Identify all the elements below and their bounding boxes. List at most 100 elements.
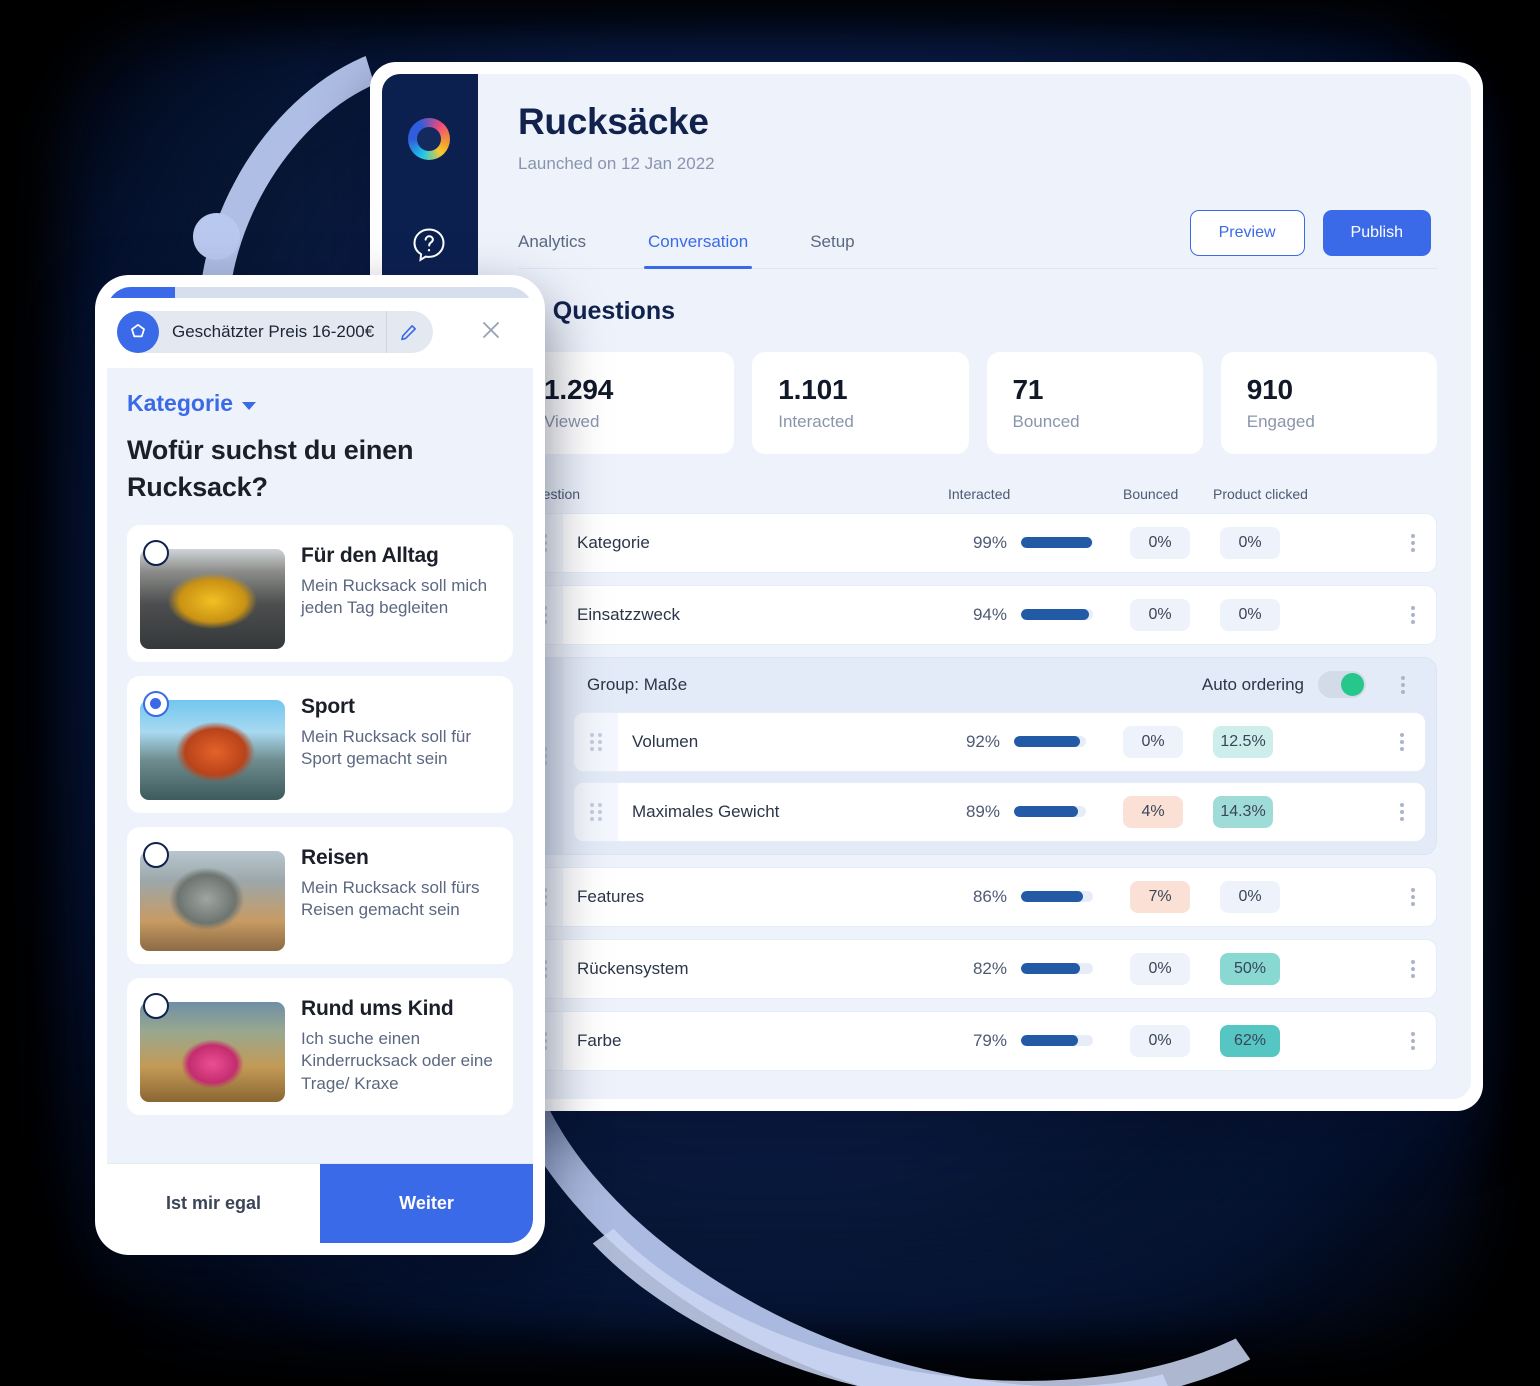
more-vertical-icon xyxy=(1411,959,1415,978)
dashboard-main: Rucksäcke Launched on 12 Jan 2022 Analyt… xyxy=(478,74,1471,1099)
header-actions: Preview Publish xyxy=(1189,209,1431,268)
product-clicked-badge: 12.5% xyxy=(1213,725,1273,758)
interacted-progress-bar xyxy=(1021,963,1093,975)
interacted-value: 82% xyxy=(972,958,1007,978)
page-title: Rucksäcke xyxy=(518,101,709,142)
publish-button[interactable]: Publish xyxy=(1322,209,1431,256)
option-radio[interactable] xyxy=(143,992,169,1019)
option-card[interactable]: Sport Mein Rucksack soll für Sport gemach… xyxy=(127,675,513,813)
brand-ring-icon[interactable] xyxy=(408,118,450,160)
help-question-bubble-icon[interactable] xyxy=(410,226,448,264)
option-list: Für den Alltag Mein Rucksack soll mich je… xyxy=(127,524,513,1115)
table-row[interactable]: Rückensystem 82% 0% 50% xyxy=(518,938,1437,999)
row-drag-handle[interactable] xyxy=(574,782,618,841)
drag-grip-icon xyxy=(590,732,602,751)
category-selector[interactable]: Kategorie xyxy=(127,390,513,417)
table-row[interactable]: Volumen 92% 0% 12.5% xyxy=(573,711,1426,772)
bounced-cell: 7% xyxy=(1130,880,1220,913)
phone-footer: Ist mir egal Weiter xyxy=(107,1163,533,1243)
stat-label: Viewed xyxy=(544,411,600,431)
phone-preview: Geschätzter Preis 16-200€ Kategorie Wofü xyxy=(95,275,545,1255)
option-text: Reisen Mein Rucksack soll fürs Reisen gem… xyxy=(285,840,500,951)
interacted-value: 89% xyxy=(965,801,1000,821)
stat-value: 71 xyxy=(1012,373,1044,405)
option-description: Mein Rucksack soll fürs Reisen gemacht s… xyxy=(301,877,480,920)
decorative-dot xyxy=(193,213,240,260)
preview-button[interactable]: Preview xyxy=(1189,209,1305,256)
option-card[interactable]: Reisen Mein Rucksack soll fürs Reisen gem… xyxy=(127,826,513,964)
interacted-cell: 82% xyxy=(955,959,1130,979)
stat-value: 1.101 xyxy=(778,373,848,405)
table-row[interactable]: Maximales Gewicht 89% 4% 14.3% xyxy=(573,781,1426,842)
product-clicked-badge: 50% xyxy=(1220,952,1280,985)
row-more-button[interactable] xyxy=(1390,959,1436,978)
table-row[interactable]: Farbe 79% 0% 62% xyxy=(518,1010,1437,1071)
stat-label: Engaged xyxy=(1246,411,1315,431)
stat-card-bounced: 71 Bounced xyxy=(986,351,1203,454)
option-card[interactable]: Für den Alltag Mein Rucksack soll mich je… xyxy=(127,524,513,662)
question-name: Maximales Gewicht xyxy=(632,801,780,821)
question-name: Einsatzzweck xyxy=(577,604,680,624)
question-name: Rückensystem xyxy=(577,958,689,978)
option-title: Für den Alltag xyxy=(301,543,439,567)
bounced-cell: 0% xyxy=(1130,526,1220,559)
option-card[interactable]: Rund ums Kind Ich suche einen Kinderrucks… xyxy=(127,977,513,1115)
dashboard-surface: Rucksäcke Launched on 12 Jan 2022 Analyt… xyxy=(382,74,1471,1099)
dashboard-header: Rucksäcke Launched on 12 Jan 2022 Analyt… xyxy=(478,74,1471,269)
row-drag-handle[interactable] xyxy=(574,712,618,771)
bounced-cell: 0% xyxy=(1130,952,1220,985)
close-x-icon[interactable] xyxy=(465,318,517,347)
interacted-cell: 92% xyxy=(948,732,1123,752)
group-more-button[interactable] xyxy=(1380,675,1426,694)
skip-button[interactable]: Ist mir egal xyxy=(107,1164,320,1243)
more-vertical-icon xyxy=(1411,1031,1415,1050)
option-radio[interactable] xyxy=(143,841,169,868)
auto-ordering-toggle[interactable] xyxy=(1318,671,1366,699)
more-vertical-icon xyxy=(1400,802,1404,821)
more-vertical-icon xyxy=(1411,605,1415,624)
table-row[interactable]: Einsatzzweck 94% 0% 0% xyxy=(518,584,1437,645)
more-vertical-icon xyxy=(1400,732,1404,751)
column-header-interacted: Interacted xyxy=(948,485,1011,502)
bounced-badge: 7% xyxy=(1130,880,1190,913)
question-rows-bottom: Features 86% 7% 0% Rückensystem 82% 0% 50% Farbe… xyxy=(518,866,1437,1071)
next-button[interactable]: Weiter xyxy=(320,1164,533,1243)
group-body: Group: Maße Auto ordering Volumen 92% 0% 12… xyxy=(563,658,1436,854)
phone-content: Kategorie Wofür suchst du einen Rucksack… xyxy=(107,368,533,1163)
tab-analytics[interactable]: Analytics xyxy=(518,232,586,268)
option-description: Mein Rucksack soll für Sport gemacht sei… xyxy=(301,726,472,769)
question-name: Volumen xyxy=(632,731,699,751)
pencil-icon[interactable] xyxy=(387,323,429,342)
stat-value: 910 xyxy=(1246,373,1293,405)
tab-setup[interactable]: Setup xyxy=(810,232,854,268)
bounced-cell: 4% xyxy=(1123,795,1213,828)
product-clicked-badge: 0% xyxy=(1220,598,1280,631)
option-radio[interactable] xyxy=(143,539,169,566)
option-radio[interactable] xyxy=(143,690,169,717)
interacted-cell: 79% xyxy=(955,1031,1130,1051)
row-more-button[interactable] xyxy=(1390,533,1436,552)
row-more-button[interactable] xyxy=(1379,732,1425,751)
table-row[interactable]: Features 86% 7% 0% xyxy=(518,866,1437,927)
column-header-question: Question xyxy=(524,485,581,502)
row-more-button[interactable] xyxy=(1390,887,1436,906)
tab-conversation[interactable]: Conversation xyxy=(644,232,753,269)
interacted-cell: 99% xyxy=(955,533,1130,553)
bounced-cell: 0% xyxy=(1123,725,1213,758)
questions-count: 12 Questions xyxy=(518,296,675,325)
stat-card-interacted: 1.101 Interacted xyxy=(752,351,969,454)
estimated-price-chip[interactable]: Geschätzter Preis 16-200€ xyxy=(117,311,434,353)
launched-date: Launched on 12 Jan 2022 xyxy=(518,153,715,173)
row-more-button[interactable] xyxy=(1379,802,1425,821)
row-more-button[interactable] xyxy=(1390,1031,1436,1050)
interacted-progress-bar xyxy=(1014,736,1086,748)
option-description: Ich suche einen Kinderrucksack oder eine… xyxy=(301,1028,493,1094)
table-row[interactable]: Kategorie 99% 0% 0% xyxy=(518,512,1437,573)
row-more-button[interactable] xyxy=(1390,605,1436,624)
more-vertical-icon xyxy=(1411,887,1415,906)
bounced-badge: 0% xyxy=(1130,1024,1190,1057)
stat-label: Bounced xyxy=(1012,411,1080,431)
option-text: Für den Alltag Mein Rucksack soll mich je… xyxy=(285,538,500,649)
phone-question-title: Wofür suchst du einen Rucksack? xyxy=(127,435,414,503)
product-clicked-badge: 0% xyxy=(1220,526,1280,559)
